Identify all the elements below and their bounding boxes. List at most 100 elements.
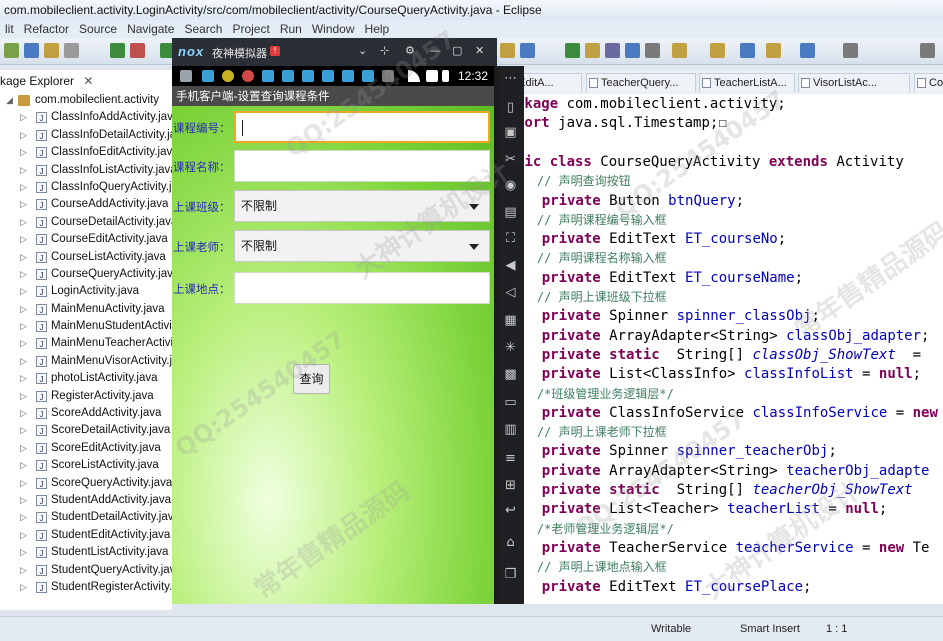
scissors-icon[interactable]: ✂ [503, 153, 518, 167]
course-no-input[interactable] [234, 111, 490, 143]
menu-item[interactable]: lit [0, 20, 19, 38]
toolbar-icon[interactable] [766, 43, 781, 58]
expand-arrow-icon[interactable]: ▷ [20, 249, 27, 266]
tree-item-file[interactable]: ▷ J StudentRegisterActivity.java [0, 579, 172, 596]
toolbar-icon[interactable] [500, 43, 515, 58]
tree-item-file[interactable]: ▷ J StudentQueryActivity.java [0, 562, 172, 579]
tree-item-file[interactable]: ▷ J MainMenuTeacherActivity.java [0, 335, 172, 352]
expand-arrow-icon[interactable]: ▷ [20, 492, 27, 509]
tree-item-file[interactable]: ▷ J ClassInfoQueryActivity.java [0, 179, 172, 196]
toolbar-icon[interactable] [920, 43, 935, 58]
tree-item-file[interactable]: ▷ J MainMenuVisorActivity.java [0, 353, 172, 370]
editor-tab[interactable]: TeacherListA... [699, 73, 795, 92]
expand-arrow-icon[interactable]: ▷ [20, 162, 27, 179]
menu-item[interactable]: Source [74, 20, 122, 38]
course-name-input[interactable] [234, 150, 490, 182]
menu-item[interactable]: Project [227, 20, 274, 38]
apk-icon[interactable]: ▦ [503, 314, 518, 328]
course-place-input[interactable] [234, 272, 490, 304]
expand-arrow-icon[interactable]: ▷ [20, 283, 27, 300]
expand-arrow-icon[interactable]: ▷ [20, 370, 27, 387]
tree-item-file[interactable]: ▷ J StudentEditActivity.java [0, 527, 172, 544]
expand-arrow-icon[interactable]: ▷ [20, 196, 27, 213]
toolbar-icon[interactable] [710, 43, 725, 58]
teacher-spinner[interactable]: 不限制 [234, 230, 490, 262]
tree-item-file[interactable]: ▷ J MainMenuStudentActivity.java [0, 318, 172, 335]
menu-item[interactable]: Help [360, 20, 395, 38]
toolbar-icon[interactable] [64, 43, 79, 58]
phone-icon[interactable]: ▯ [503, 101, 518, 115]
expand-arrow-icon[interactable]: ▷ [20, 179, 27, 196]
tree-item-file[interactable]: ▷ J CourseDetailActivity.java [0, 214, 172, 231]
expand-arrow-icon[interactable]: ▷ [20, 109, 27, 126]
tree-item-file[interactable]: ▷ J ScoreEditActivity.java [0, 440, 172, 457]
tree-item-file[interactable]: ▷ J MainMenuActivity.java [0, 301, 172, 318]
class-spinner[interactable]: 不限制 [234, 190, 490, 222]
volume-down-icon[interactable]: ◁ [503, 286, 518, 300]
toolbar-icon[interactable] [565, 43, 580, 58]
tree-item-file[interactable]: ▷ J RegisterActivity.java [0, 388, 172, 405]
tree-item-file[interactable]: ▷ J StudentDetailActivity.java [0, 509, 172, 526]
toolbar-icon[interactable] [4, 43, 19, 58]
expand-arrow-icon[interactable]: ▷ [20, 544, 27, 561]
expand-arrow-icon[interactable]: ▷ [20, 214, 27, 231]
tree-item-file[interactable]: ▷ J CourseListActivity.java [0, 249, 172, 266]
toolbar-icon[interactable] [800, 43, 815, 58]
toolbar-icon[interactable] [110, 43, 125, 58]
tree-item-file[interactable]: ▷ J ClassInfoAddActivity.java [0, 109, 172, 126]
maximize-icon[interactable]: ▢ [452, 44, 462, 57]
expand-arrow-icon[interactable]: ▷ [20, 422, 27, 439]
toolbar-icon[interactable] [645, 43, 660, 58]
recent-apps-icon[interactable]: ❐ [503, 568, 518, 582]
toolbar-icon[interactable] [625, 43, 640, 58]
tree-item-file[interactable]: ▷ J LoginActivity.java [0, 283, 172, 300]
tree-item-file[interactable]: ▷ J CourseQueryActivity.java [0, 266, 172, 283]
toolbar-icon[interactable] [130, 43, 145, 58]
toolbar-icon[interactable] [520, 43, 535, 58]
plus-icon[interactable]: ⊞ [503, 479, 518, 493]
chevron-down-icon[interactable]: ⌄ [358, 44, 367, 57]
toolbar-icon[interactable] [843, 43, 858, 58]
home-icon[interactable]: ⌂ [503, 536, 518, 550]
expand-arrow-icon[interactable]: ▷ [20, 509, 27, 526]
tree-item-file[interactable]: ▷ J CourseAddActivity.java [0, 196, 172, 213]
tree-item-file[interactable]: ▷ J ScoreDetailActivity.java [0, 422, 172, 439]
menu-icon[interactable]: ≡ [503, 452, 518, 466]
editor-tab[interactable]: VisorListAc... [798, 73, 910, 92]
expand-arrow-icon[interactable]: ▷ [20, 335, 27, 352]
shake-icon[interactable]: ✳ [503, 341, 518, 355]
toolbar-icon[interactable] [605, 43, 620, 58]
expand-arrow-icon[interactable]: ▷ [20, 405, 27, 422]
toolbar-icon[interactable] [44, 43, 59, 58]
expand-arrow-icon[interactable]: ▷ [20, 318, 27, 335]
menu-item[interactable]: Refactor [19, 20, 74, 38]
code-editor[interactable]: ckage com.mobileclient.activity; port jav… [494, 94, 943, 604]
tree-item-file[interactable]: ▷ J CourseEditActivity.java [0, 231, 172, 248]
menu-item[interactable]: Run [275, 20, 307, 38]
more-icon[interactable]: ⋯ [503, 72, 518, 86]
toolbar-icon[interactable] [740, 43, 755, 58]
video-icon[interactable]: ▭ [503, 396, 518, 410]
tree-item-file[interactable]: ▷ JphotoListActivity.java [0, 370, 172, 387]
minimize-icon[interactable]: — [430, 44, 441, 57]
close-icon[interactable]: ✕ [83, 74, 93, 88]
editor-tab[interactable]: TeacherQuery... [586, 73, 696, 92]
expand-arrow-icon[interactable]: ▷ [20, 562, 27, 579]
tree-item-file[interactable]: ▷ J ClassInfoListActivity.java [0, 162, 172, 179]
robot-icon[interactable]: ▣ [503, 126, 518, 140]
editor-tab[interactable]: Co [914, 73, 943, 92]
toolbar-icon[interactable] [585, 43, 600, 58]
expand-arrow-icon[interactable]: ▷ [20, 388, 27, 405]
menu-item[interactable]: Window [307, 20, 360, 38]
settings-icon[interactable]: ⚙ [405, 44, 415, 57]
expand-arrow-icon[interactable]: ▷ [20, 127, 27, 144]
expand-arrow-icon[interactable]: ▷ [20, 301, 27, 318]
tree-item-file[interactable]: ▷ J StudentListActivity.java [0, 544, 172, 561]
tree-item-file[interactable]: ▷ J ScoreQueryActivity.java [0, 475, 172, 492]
expand-arrow-icon[interactable]: ▷ [20, 457, 27, 474]
expand-arrow-icon[interactable]: ▷ [20, 353, 27, 370]
fullscreen-icon[interactable]: ⛶ [503, 232, 518, 246]
keyboard-icon[interactable]: ▤ [503, 206, 518, 220]
tree-item-file[interactable]: ▷ J ScoreAddActivity.java [0, 405, 172, 422]
expand-arrow-icon[interactable]: ▷ [20, 231, 27, 248]
